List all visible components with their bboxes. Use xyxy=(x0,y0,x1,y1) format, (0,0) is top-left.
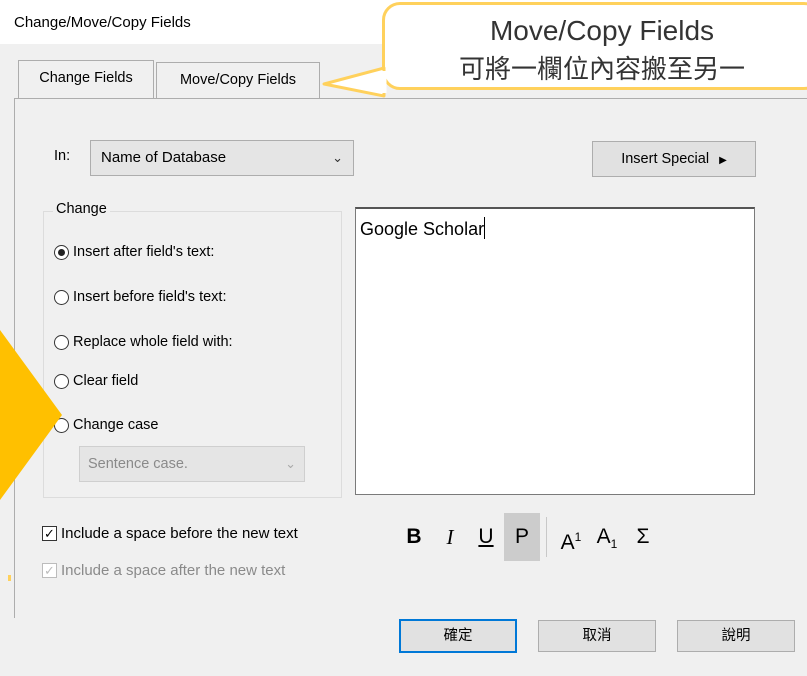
superscript-letter: A xyxy=(560,531,575,554)
text-caret xyxy=(484,217,486,239)
radio-clear-field-label: Clear field xyxy=(73,373,139,389)
insert-special-label: Insert Special xyxy=(621,151,710,167)
subscript-mark: 1 xyxy=(610,537,618,552)
highlight-arrow-icon xyxy=(0,330,62,500)
superscript-button[interactable]: A1 xyxy=(553,513,589,561)
radio-insert-before-label: Insert before field's text: xyxy=(73,289,227,305)
annotation-dash xyxy=(8,575,11,581)
radio-change-case-label: Change case xyxy=(73,417,159,433)
insert-special-button[interactable]: Insert Special ▶ xyxy=(592,141,756,177)
chevron-down-icon: ⌄ xyxy=(332,150,343,165)
radio-insert-before[interactable]: Insert before field's text: xyxy=(54,289,226,305)
symbol-button[interactable]: Σ xyxy=(625,513,661,561)
change-move-copy-dialog: Change/Move/Copy Fields Change Fields Mo… xyxy=(0,0,807,676)
checkbox-space-before-label: Include a space before the new text xyxy=(61,525,298,542)
radio-change-case[interactable]: Change case xyxy=(54,417,158,433)
radio-insert-after[interactable]: Insert after field's text: xyxy=(54,244,214,260)
help-button[interactable]: 說明 xyxy=(677,620,795,652)
format-toolbar: B I U P A1 A1 Σ xyxy=(396,513,661,561)
checkbox-space-after-label: Include a space after the new text xyxy=(61,562,286,579)
bold-button[interactable]: B xyxy=(396,513,432,561)
radio-selected-icon xyxy=(54,244,69,260)
cancel-button[interactable]: 取消 xyxy=(538,620,656,652)
plain-button[interactable]: P xyxy=(504,513,540,561)
italic-button[interactable]: I xyxy=(432,513,468,561)
window-title: Change/Move/Copy Fields xyxy=(14,14,191,31)
tab-move-copy-fields[interactable]: Move/Copy Fields xyxy=(156,62,320,98)
radio-icon xyxy=(54,289,69,305)
checkbox-space-after[interactable]: ✓ Include a space after the new text xyxy=(42,562,285,579)
in-field-select[interactable]: Name of Database ⌄ xyxy=(90,140,354,176)
case-select-value: Sentence case. xyxy=(88,456,188,472)
callout-pointer xyxy=(322,66,387,98)
new-text-input[interactable]: Google Scholar xyxy=(355,207,755,495)
checkmark-icon: ✓ xyxy=(42,526,57,541)
checkmark-icon: ✓ xyxy=(42,563,57,578)
in-field-value: Name of Database xyxy=(101,149,227,166)
toolbar-separator xyxy=(546,517,547,557)
radio-clear-field[interactable]: Clear field xyxy=(54,373,138,389)
underline-button[interactable]: U xyxy=(468,513,504,561)
ok-button[interactable]: 確定 xyxy=(399,619,517,653)
tab-change-fields[interactable]: Change Fields xyxy=(18,60,154,98)
change-group-legend: Change xyxy=(53,201,110,217)
radio-replace-whole[interactable]: Replace whole field with: xyxy=(54,334,233,350)
triangle-right-icon: ▶ xyxy=(719,155,727,166)
callout-text: 可將一欄位內容搬至另一 xyxy=(458,54,745,84)
subscript-letter: A xyxy=(596,525,611,548)
new-text-value: Google Scholar xyxy=(360,219,485,239)
checkbox-space-before[interactable]: ✓ Include a space before the new text xyxy=(42,525,298,542)
subscript-button[interactable]: A1 xyxy=(589,513,625,561)
radio-replace-whole-label: Replace whole field with: xyxy=(73,334,233,350)
annotation-callout: Move/Copy Fields 可將一欄位內容搬至另一 xyxy=(382,2,807,90)
in-label: In: xyxy=(54,148,71,164)
superscript-mark: 1 xyxy=(574,530,582,544)
callout-title: Move/Copy Fields xyxy=(489,15,715,46)
radio-insert-after-label: Insert after field's text: xyxy=(73,244,215,260)
chevron-down-icon: ⌄ xyxy=(285,456,296,471)
case-select[interactable]: Sentence case. ⌄ xyxy=(79,446,305,482)
